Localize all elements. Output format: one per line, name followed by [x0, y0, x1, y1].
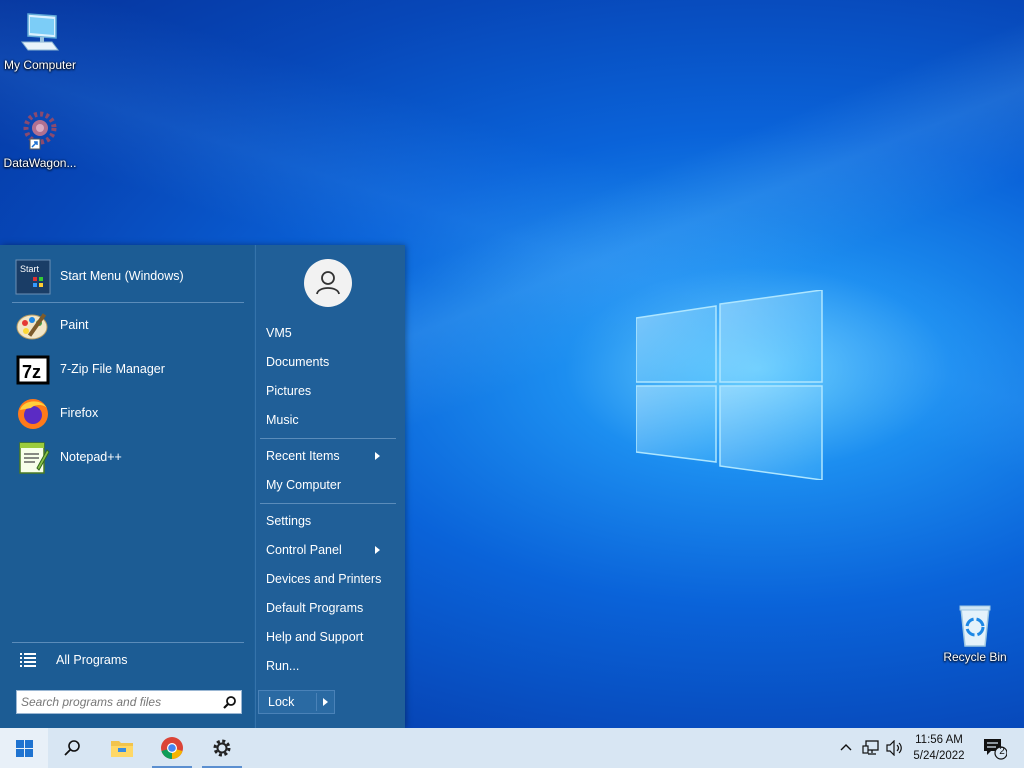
divider — [260, 438, 396, 439]
program-label: Firefox — [60, 406, 99, 420]
places-item-recent-items[interactable]: Recent Items — [266, 449, 392, 463]
paint-icon — [15, 308, 51, 344]
search-input[interactable] — [21, 694, 217, 710]
places-item-documents[interactable]: Documents — [266, 355, 329, 369]
taskbar-chrome[interactable] — [148, 728, 196, 768]
program-firefox[interactable]: Firefox — [12, 394, 244, 434]
action-center-button[interactable]: 2 — [980, 728, 1010, 768]
datawagon-icon — [16, 106, 64, 154]
places-item-my-computer[interactable]: My Computer — [266, 478, 341, 492]
taskbar-settings[interactable] — [198, 728, 246, 768]
windows-wallpaper-logo — [636, 290, 823, 480]
places-item-help-support[interactable]: Help and Support — [266, 630, 363, 644]
chrome-icon — [161, 737, 183, 759]
program-notepadpp[interactable]: Notepad++ — [12, 438, 244, 478]
chevron-up-icon — [840, 744, 852, 751]
search-button[interactable] — [48, 728, 96, 768]
desktop-icon-my-computer[interactable]: My Computer — [0, 8, 80, 72]
program-label: Paint — [60, 318, 89, 332]
user-icon — [316, 271, 340, 295]
firefox-icon — [15, 396, 51, 432]
places-item-default-programs[interactable]: Default Programs — [266, 601, 363, 615]
desktop-icon-datawagon[interactable]: DataWagon... — [0, 106, 80, 170]
start-menu-icon-text: Start — [20, 264, 40, 274]
places-item-settings[interactable]: Settings — [266, 514, 311, 528]
submenu-arrow-icon — [375, 546, 380, 554]
places-item-label: Recent Items — [266, 449, 340, 463]
divider — [12, 302, 244, 303]
places-item-devices-printers[interactable]: Devices and Printers — [266, 572, 381, 586]
search-icon — [64, 740, 80, 756]
submenu-arrow-icon — [375, 452, 380, 460]
list-icon — [20, 652, 36, 668]
7zip-icon-text: 7z — [22, 362, 41, 382]
places-item-control-panel[interactable]: Control Panel — [266, 543, 392, 557]
windows-icon — [16, 740, 33, 757]
program-start-menu-windows[interactable]: Start Start Menu (Windows) — [12, 257, 244, 297]
notepadpp-icon — [15, 440, 51, 476]
clock-time: 11:56 AM — [915, 734, 963, 746]
program-label: Notepad++ — [60, 450, 122, 464]
taskbar-file-explorer[interactable] — [98, 728, 146, 768]
program-7zip[interactable]: 7z 7-Zip File Manager — [12, 350, 244, 390]
recycle-bin-icon — [951, 600, 999, 648]
search-box[interactable] — [16, 690, 242, 714]
start-button[interactable] — [0, 728, 48, 768]
places-item-pictures[interactable]: Pictures — [266, 384, 311, 398]
network-icon — [862, 740, 879, 755]
divider — [260, 503, 396, 504]
program-label: Start Menu (Windows) — [60, 269, 184, 283]
places-item-music[interactable]: Music — [266, 413, 299, 427]
network-status[interactable] — [860, 728, 882, 768]
program-label: 7-Zip File Manager — [60, 362, 165, 376]
clock-date: 5/24/2022 — [913, 750, 965, 762]
gear-icon — [213, 739, 231, 757]
desktop-icon-label: DataWagon... — [3, 156, 77, 170]
places-item-label: Control Panel — [266, 543, 342, 557]
all-programs-label: All Programs — [56, 653, 128, 667]
lock-options-arrow-icon[interactable] — [323, 698, 328, 706]
avatar[interactable] — [304, 259, 352, 307]
lock-button[interactable]: Lock — [258, 690, 335, 714]
folder-icon — [111, 741, 133, 757]
show-hidden-icons-button[interactable] — [838, 728, 852, 768]
desktop-icon-recycle-bin[interactable]: Recycle Bin — [935, 600, 1015, 664]
notification-count: 2 — [999, 746, 1005, 757]
search-icon[interactable] — [223, 696, 236, 709]
places-item-user[interactable]: VM5 — [266, 326, 292, 340]
desktop-icon-label: Recycle Bin — [943, 650, 1007, 664]
program-paint[interactable]: Paint — [12, 306, 244, 346]
taskbar: 11:56 AM 5/24/2022 2 — [0, 728, 1024, 768]
desktop-icon-label: My Computer — [3, 58, 77, 72]
all-programs-button[interactable]: All Programs — [12, 640, 244, 680]
computer-icon — [16, 8, 64, 56]
start-menu-icon: Start — [15, 259, 51, 295]
places-item-run[interactable]: Run... — [266, 659, 299, 673]
7zip-icon: 7z — [15, 352, 51, 388]
lock-label: Lock — [268, 695, 295, 709]
clock[interactable]: 11:56 AM 5/24/2022 — [900, 732, 978, 764]
